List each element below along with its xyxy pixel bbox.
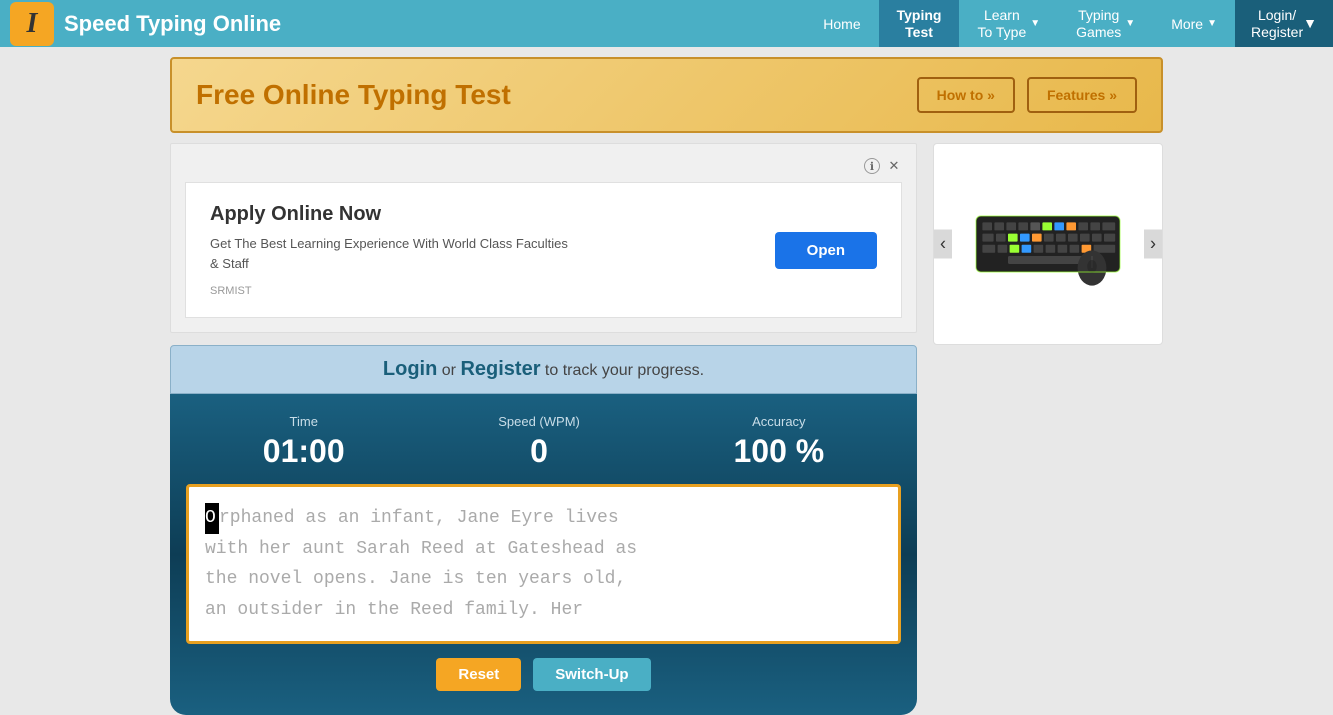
banner-buttons: How to » Features » — [917, 77, 1137, 113]
main-content: ℹ ✕ Apply Online Now Get The Best Learni… — [170, 143, 1163, 715]
speed-value: 0 — [498, 433, 580, 470]
right-sidebar: ‹ — [933, 143, 1163, 715]
sidebar-next-button[interactable]: › — [1144, 230, 1162, 259]
time-stat: Time 01:00 — [263, 414, 345, 470]
ad-open-button[interactable]: Open — [775, 232, 877, 269]
header: I Speed Typing Online Home TypingTest Le… — [0, 0, 1333, 47]
speed-label: Speed (WPM) — [498, 414, 580, 429]
ad-inner: Apply Online Now Get The Best Learning E… — [185, 182, 902, 318]
accuracy-label: Accuracy — [733, 414, 824, 429]
login-register-button[interactable]: Login/Register ▼ — [1235, 0, 1333, 47]
sidebar-ad-inner: ‹ — [934, 144, 1162, 344]
banner-title: Free Online Typing Test — [196, 79, 511, 111]
games-dropdown-arrow: ▼ — [1125, 18, 1135, 30]
main-nav: Home TypingTest LearnTo Type ▼ TypingGam… — [805, 0, 1235, 47]
typing-cursor: O — [205, 503, 219, 534]
how-to-button[interactable]: How to » — [917, 77, 1015, 113]
typing-box[interactable]: Orphaned as an infant, Jane Eyre lives w… — [186, 484, 901, 644]
logo-area: I Speed Typing Online — [0, 2, 380, 46]
time-value: 01:00 — [263, 433, 345, 470]
accuracy-stat: Accuracy 100 % — [733, 414, 824, 470]
typing-area: Time 01:00 Speed (WPM) 0 Accuracy 100 % … — [170, 394, 917, 715]
nav-typing-test[interactable]: TypingTest — [879, 0, 960, 47]
sidebar-prev-button[interactable]: ‹ — [934, 230, 952, 259]
nav-typing-games[interactable]: TypingGames ▼ — [1058, 0, 1153, 47]
logo-icon[interactable]: I — [10, 2, 54, 46]
ad-body: Get The Best Learning Experience With Wo… — [210, 234, 570, 273]
more-dropdown-arrow: ▼ — [1207, 18, 1217, 29]
ad-heading: Apply Online Now — [210, 203, 775, 226]
site-title: Speed Typing Online — [64, 11, 281, 37]
ad-close-icon[interactable]: ✕ — [886, 158, 902, 174]
ad-top-bar: ℹ ✕ — [185, 158, 902, 174]
ad-source: SRMIST — [210, 285, 775, 297]
features-button[interactable]: Features » — [1027, 77, 1137, 113]
accuracy-value: 100 % — [733, 433, 824, 470]
progress-text: to track your progress. — [540, 362, 704, 379]
sidebar-ad: ‹ — [933, 143, 1163, 345]
speed-stat: Speed (WPM) 0 — [498, 414, 580, 470]
learn-dropdown-arrow: ▼ — [1030, 18, 1040, 30]
center-section: ℹ ✕ Apply Online Now Get The Best Learni… — [170, 143, 917, 715]
ad-container: ℹ ✕ Apply Online Now Get The Best Learni… — [170, 143, 917, 333]
login-link[interactable]: Login — [383, 358, 437, 380]
register-link[interactable]: Register — [460, 358, 540, 380]
nav-learn-to-type[interactable]: LearnTo Type ▼ — [959, 0, 1058, 47]
nav-home[interactable]: Home — [805, 0, 878, 47]
switch-up-button[interactable]: Switch-Up — [533, 658, 650, 691]
reset-button[interactable]: Reset — [436, 658, 521, 691]
ad-info-icon[interactable]: ℹ — [864, 158, 880, 174]
time-label: Time — [263, 414, 345, 429]
or-text: or — [437, 362, 460, 379]
login-dropdown-arrow: ▼ — [1303, 15, 1317, 32]
banner: Free Online Typing Test How to » Feature… — [170, 57, 1163, 133]
nav-more[interactable]: More ▼ — [1153, 0, 1235, 47]
typing-buttons: Reset Switch-Up — [186, 658, 901, 691]
login-register-bar: Login or Register to track your progress… — [170, 345, 917, 394]
stats-bar: Time 01:00 Speed (WPM) 0 Accuracy 100 % — [186, 414, 901, 470]
keyboard-image — [968, 194, 1128, 294]
ad-text-area: Apply Online Now Get The Best Learning E… — [210, 203, 775, 297]
